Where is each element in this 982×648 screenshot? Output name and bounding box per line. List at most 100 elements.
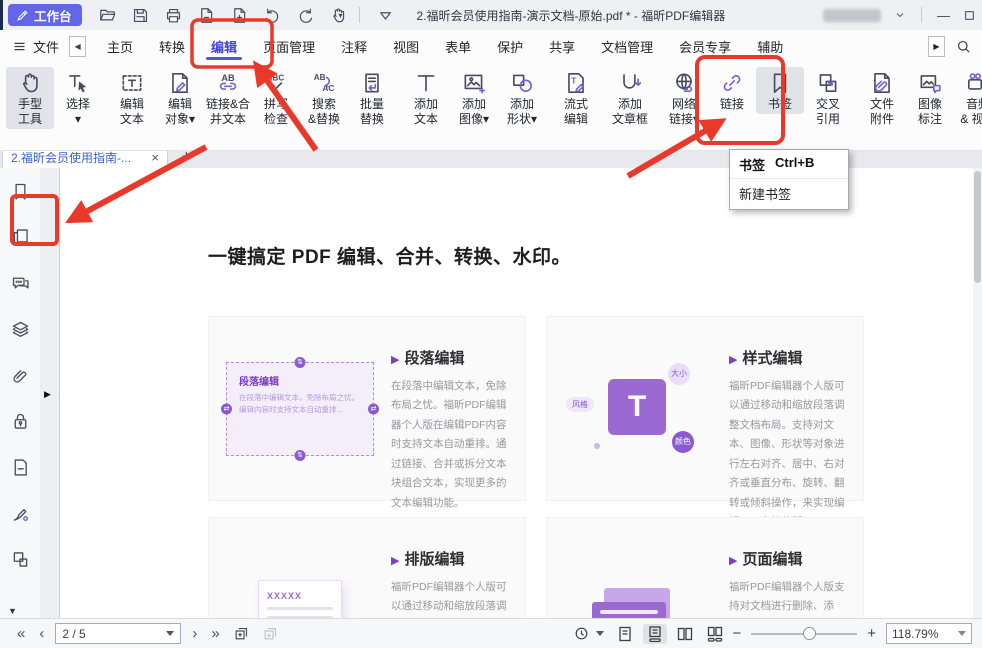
toolbar-label-link: 链接 bbox=[720, 97, 744, 112]
quick-undo-button[interactable] bbox=[263, 6, 282, 25]
last-page-button[interactable]: » bbox=[204, 625, 226, 642]
toolbar-label-add-text: 添加文本 bbox=[414, 97, 438, 127]
ribbon-collapse-button[interactable]: ◀ bbox=[69, 36, 86, 57]
sidebar-comments-panel[interactable] bbox=[0, 260, 40, 306]
add-image-icon bbox=[461, 70, 487, 96]
quick-save-button[interactable] bbox=[131, 6, 150, 25]
menu-bar: 文件 ◀ 主页转换编辑页面管理注释视图表单保护共享文档管理会员专享辅助 ▶ bbox=[0, 30, 982, 62]
page-dropdown-caret[interactable] bbox=[166, 631, 174, 636]
quick-pan-hand-button[interactable]: ▾ bbox=[329, 6, 343, 25]
menu-tab-编辑[interactable]: 编辑 bbox=[198, 30, 250, 62]
svg-text:AB: AB bbox=[221, 73, 235, 83]
pdf-page[interactable]: 一键搞定 PDF 编辑、合并、转换、水印。 ⇅⇅ ⇄⇄ 段落编辑在段落中编辑文本… bbox=[60, 168, 982, 618]
toolbar-button-add-image[interactable]: 添加图像▾ bbox=[450, 67, 498, 129]
menu-tab-保护[interactable]: 保护 bbox=[484, 30, 536, 62]
toolbar-button-spell-check[interactable]: ABC拼写检查 bbox=[252, 67, 300, 129]
toolbar-button-edit-object[interactable]: 编辑对象▾ bbox=[156, 67, 204, 129]
menu-tab-文档管理[interactable]: 文档管理 bbox=[588, 30, 666, 62]
first-page-button[interactable]: « bbox=[10, 625, 32, 642]
sidebar-page-dash-panel[interactable] bbox=[0, 444, 40, 490]
quick-customize-arrow-button[interactable] bbox=[376, 6, 395, 25]
menu-tab-视图[interactable]: 视图 bbox=[380, 30, 432, 62]
zoom-slider-knob[interactable] bbox=[803, 627, 816, 640]
add-shape-icon bbox=[509, 70, 535, 96]
menu-tab-注释[interactable]: 注释 bbox=[328, 30, 380, 62]
single-page-view-button[interactable] bbox=[613, 624, 637, 644]
facing-view-button[interactable] bbox=[673, 624, 697, 644]
toolbar-button-cross-reference[interactable]: 交叉引用 bbox=[804, 67, 852, 129]
toolbar-button-batch-replace[interactable]: 批量替换 bbox=[348, 67, 396, 129]
toolbar-button-add-text[interactable]: 添加文本 bbox=[402, 67, 450, 129]
menu-tab-表单[interactable]: 表单 bbox=[432, 30, 484, 62]
tab-close-icon[interactable]: × bbox=[151, 150, 159, 165]
zoom-out-button[interactable]: − bbox=[730, 625, 743, 642]
toolbar-button-link-merge-text[interactable]: AB链接&合并文本 bbox=[204, 67, 252, 129]
sidebar-attachments-panel[interactable] bbox=[0, 352, 40, 398]
quick-page-add-button[interactable] bbox=[230, 6, 249, 25]
panel-expand-handle[interactable]: ▶ bbox=[44, 389, 51, 400]
quick-print-button[interactable] bbox=[164, 6, 183, 25]
previous-page-button[interactable]: ‹ bbox=[32, 625, 51, 642]
minimize-button[interactable]: — bbox=[937, 8, 950, 23]
next-view-icon[interactable] bbox=[262, 625, 279, 642]
pan-hand-caret[interactable]: ▾ bbox=[339, 11, 343, 20]
card-illustration-style: 风格 T 大小 颜色 bbox=[563, 331, 713, 486]
menu-tab-转换[interactable]: 转换 bbox=[146, 30, 198, 62]
signature-panel-icon bbox=[10, 503, 31, 524]
toolbar-button-link[interactable]: 链接 bbox=[708, 67, 756, 114]
toolbar-button-audio-video[interactable]: 音频& 视频 bbox=[954, 67, 982, 129]
menu-tab-辅助[interactable]: 辅助 bbox=[744, 30, 796, 62]
toolbar-button-edit-text[interactable]: 编辑文本 bbox=[108, 67, 156, 129]
sidebar-layers-panel[interactable] bbox=[0, 306, 40, 352]
toolbar-button-web-link[interactable]: 网络链接▾ bbox=[660, 67, 708, 129]
toolbar-button-file-attachment[interactable]: 文件附件 bbox=[858, 67, 906, 129]
toolbar-button-select-tool[interactable]: 选择▾ bbox=[54, 67, 102, 129]
next-page-button[interactable]: › bbox=[185, 625, 204, 642]
vertical-scrollbar[interactable] bbox=[973, 168, 982, 618]
rotate-view-caret[interactable] bbox=[596, 631, 604, 636]
toolbar-button-reflow-edit[interactable]: T流式编辑 bbox=[552, 67, 600, 129]
toolbar-button-search-replace[interactable]: ABAC搜索&替换 bbox=[300, 67, 348, 129]
zoom-in-button[interactable]: + bbox=[865, 625, 878, 642]
hamburger-icon bbox=[12, 39, 27, 54]
workspace-button[interactable]: 工作台 bbox=[8, 4, 82, 26]
sidebar-bookmark-panel[interactable] bbox=[0, 168, 40, 214]
document-title: 2.福昕会员使用指南-演示文档-原始.pdf * - 福昕PDF编辑器 bbox=[417, 7, 726, 24]
scrollbar-thumb[interactable] bbox=[974, 171, 981, 283]
search-icon[interactable] bbox=[955, 38, 972, 55]
toolbar-button-add-article-box[interactable]: 添加文章框 bbox=[606, 67, 654, 129]
toolbar-button-bookmark[interactable]: 书签 bbox=[756, 67, 804, 114]
previous-view-icon[interactable] bbox=[233, 625, 250, 642]
print-icon bbox=[164, 6, 183, 25]
page-number-box[interactable]: 2 / 5 bbox=[55, 623, 181, 644]
menu-tab-共享[interactable]: 共享 bbox=[536, 30, 588, 62]
quickbar-separator bbox=[359, 7, 360, 23]
sidebar-security-panel[interactable] bbox=[0, 398, 40, 444]
user-account-name[interactable] bbox=[823, 9, 881, 22]
sidebar-thumbnails-panel[interactable] bbox=[0, 214, 40, 260]
toolbar-label-reflow-edit: 流式编辑 bbox=[564, 97, 588, 127]
zoom-dropdown-caret[interactable] bbox=[958, 631, 966, 636]
menu-tab-页面管理[interactable]: 页面管理 bbox=[250, 30, 328, 62]
quick-redo-button[interactable] bbox=[296, 6, 315, 25]
zoom-level-box[interactable]: 118.79% bbox=[886, 623, 972, 644]
sidebar-signature-panel[interactable] bbox=[0, 490, 40, 536]
zoom-slider[interactable] bbox=[751, 633, 857, 635]
quick-open-folder-button[interactable] bbox=[98, 6, 117, 25]
sidebar-destinations-panel[interactable] bbox=[0, 536, 40, 582]
ribbon-expand-button[interactable]: ▶ bbox=[928, 36, 945, 57]
maximize-button[interactable] bbox=[963, 9, 976, 22]
toolbar-button-add-shape[interactable]: 添加形状▾ bbox=[498, 67, 546, 129]
menu-tab-会员专享[interactable]: 会员专享 bbox=[666, 30, 744, 62]
rotate-view-icon[interactable] bbox=[573, 625, 590, 642]
account-chevron-icon[interactable] bbox=[894, 9, 906, 21]
toolbar-button-image-annotation[interactable]: 图像标注 bbox=[906, 67, 954, 129]
link-icon bbox=[719, 70, 745, 96]
quick-page-remove-button[interactable] bbox=[197, 6, 216, 25]
continuous-view-button[interactable] bbox=[643, 624, 667, 644]
file-menu[interactable]: 文件 bbox=[0, 37, 69, 56]
sidebar-overflow-caret[interactable]: ▼ bbox=[8, 606, 17, 616]
toolbar-button-hand-tool[interactable]: 手型工具 bbox=[6, 67, 54, 129]
menu-tab-主页[interactable]: 主页 bbox=[94, 30, 146, 62]
facing-continuous-view-button[interactable] bbox=[703, 624, 727, 644]
